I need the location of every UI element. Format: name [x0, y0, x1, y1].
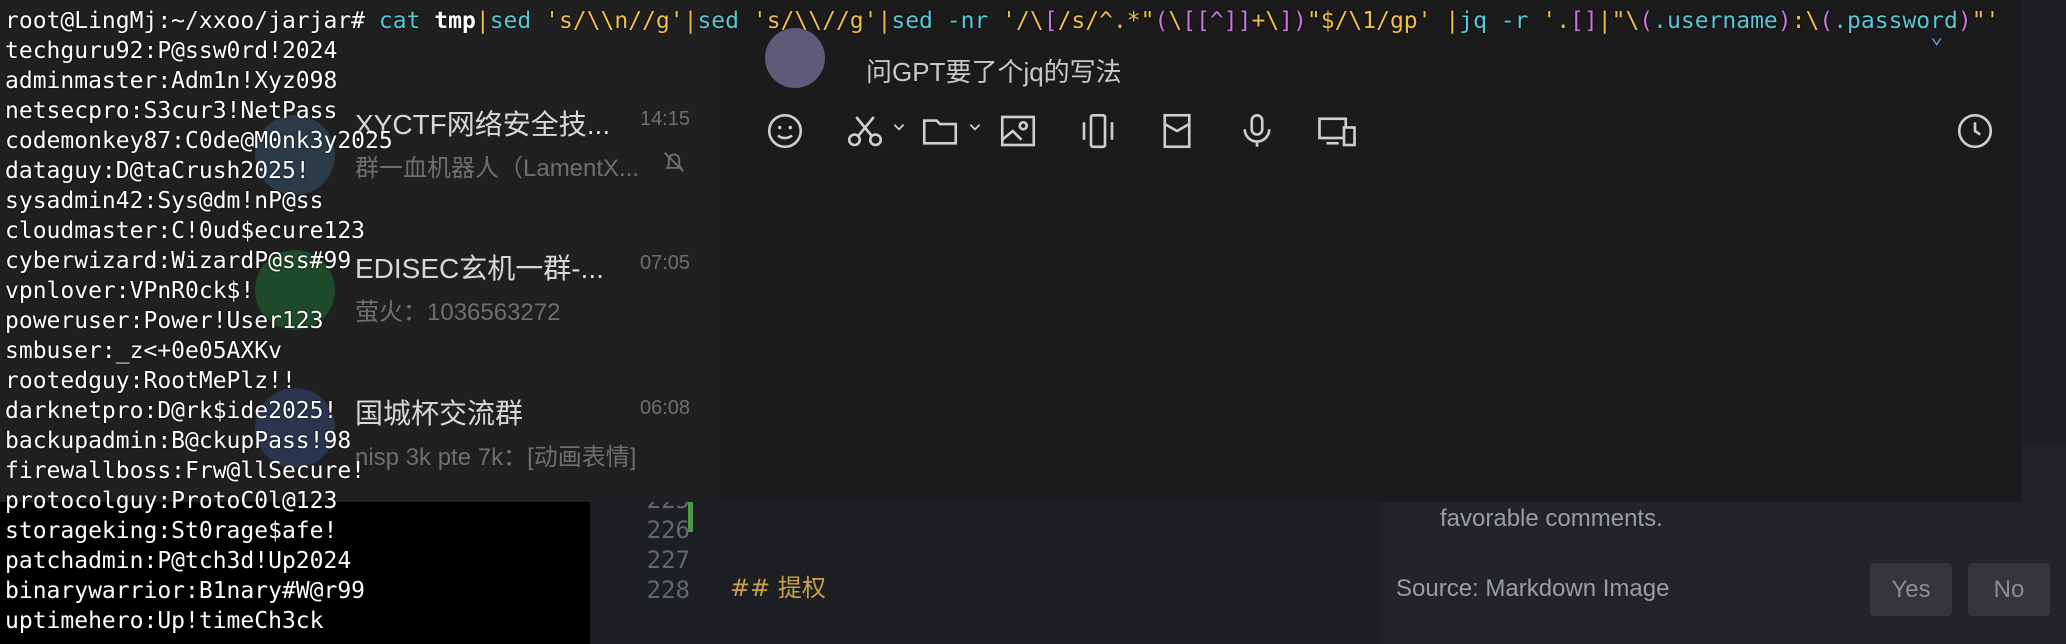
editor-markdown-heading[interactable]: ## 提权	[730, 568, 826, 603]
terminal-output-line: patchadmin:P@tch3d!Up2024	[5, 548, 352, 574]
quoted-message: 问GPT要了个jq的写法	[866, 57, 1122, 87]
conversation-name: EDISEC玄机一群-...	[355, 253, 604, 284]
screenshot-button[interactable]	[840, 106, 890, 156]
chevron-down-icon[interactable]	[892, 120, 906, 134]
avatar	[255, 250, 335, 330]
compose-toolbar	[760, 106, 2000, 156]
scissors-icon	[847, 116, 883, 147]
terminal-output-line: binarywarrior:B1nary#W@r99	[5, 578, 366, 604]
folder-icon	[922, 119, 958, 145]
feedback-text: favorable comments.	[1440, 505, 1663, 532]
terminal-output-line: storageking:St0rage$afe!	[5, 518, 338, 544]
image-button[interactable]	[993, 106, 1043, 156]
emoji-icon	[767, 113, 803, 149]
conversation-preview: nisp 3k pte 7k：[动画表情]	[355, 444, 637, 471]
history-button[interactable]	[1950, 106, 2000, 156]
screen-share-button[interactable]	[1312, 106, 1362, 156]
shake-button[interactable]	[1073, 106, 1123, 156]
envelope-icon	[1163, 113, 1191, 149]
feedback-source: Source: Markdown Image	[1396, 575, 1670, 602]
conversation-preview: 萤火：1036563272	[355, 299, 561, 326]
avatar	[765, 28, 825, 88]
conversation-time: 07:05	[640, 252, 691, 274]
voice-button[interactable]	[1232, 106, 1282, 156]
emoji-button[interactable]	[760, 106, 810, 156]
microphone-icon	[1243, 113, 1271, 147]
line-number: 227	[646, 546, 690, 574]
file-button[interactable]	[915, 106, 965, 156]
screen-share-icon	[1318, 117, 1356, 147]
conversation-time: 06:08	[640, 397, 691, 419]
conversation-item[interactable]: EDISEC玄机一群-... 07:05 萤火：1036563272	[0, 225, 720, 370]
line-number: 228	[646, 576, 690, 604]
line-number: 226	[646, 516, 690, 544]
conversation-name: XYCTF网络安全技...	[355, 109, 611, 140]
conversation-time: 14:15	[640, 108, 691, 130]
feedback-no-button[interactable]: No	[1968, 563, 2050, 616]
avatar	[255, 115, 335, 195]
chevron-down-icon[interactable]: ⌄	[1930, 24, 1943, 49]
chat-window: XYCTF网络安全技... 14:15 群一血机器人（LamentX... ED…	[0, 0, 2022, 502]
compose-panel: 问GPT要了个jq的写法 ⌄	[720, 0, 2022, 502]
red-packet-button[interactable]	[1152, 106, 1202, 156]
conversation-name: 国城杯交流群	[355, 398, 524, 429]
clock-icon	[1957, 113, 1993, 149]
conversation-item[interactable]: 国城杯交流群 06:08 nisp 3k pte 7k：[动画表情]	[0, 370, 720, 515]
avatar	[255, 388, 335, 468]
shake-icon	[1082, 113, 1114, 149]
conversation-item[interactable]: XYCTF网络安全技... 14:15 群一血机器人（LamentX...	[0, 80, 720, 225]
chevron-down-icon[interactable]	[968, 120, 982, 134]
image-icon	[1000, 115, 1036, 147]
feedback-yes-button[interactable]: Yes	[1870, 563, 1952, 616]
terminal-output-line: uptimehero:Up!timeCh3ck	[5, 608, 324, 634]
conversation-preview: 群一血机器人（LamentX...	[355, 155, 640, 182]
conversation-list: XYCTF网络安全技... 14:15 群一血机器人（LamentX... ED…	[0, 0, 720, 502]
mute-bell-icon	[664, 152, 684, 172]
